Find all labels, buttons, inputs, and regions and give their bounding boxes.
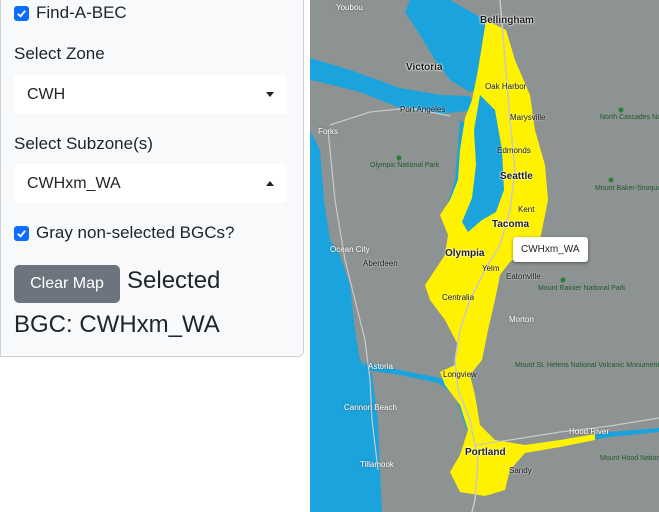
place-cannon-beach: Cannon Beach: [344, 403, 397, 412]
olympic-np-marker: [396, 155, 402, 161]
selected-heading: Selected: [127, 267, 221, 294]
zone-select[interactable]: CWH: [14, 75, 287, 114]
place-victoria: Victoria: [406, 62, 443, 73]
map-view[interactable]: Youbou Bellingham Victoria Oak Harbor Po…: [310, 0, 659, 512]
park-rainier: Mount Rainier National Park: [538, 285, 626, 292]
place-olympia: Olympia: [445, 248, 485, 259]
place-tacoma: Tacoma: [492, 219, 530, 230]
mbs-forest-marker: [608, 177, 614, 183]
place-eatonville: Eatonville: [506, 272, 541, 281]
checkbox-checked-icon[interactable]: [14, 225, 29, 241]
subzone-select-value: CWHxm_WA: [27, 174, 121, 192]
place-centralia: Centralia: [442, 293, 475, 302]
forest-mbs: Mount Baker-Snoqualmie National Forest: [595, 185, 659, 192]
place-longview: Longview: [443, 370, 477, 379]
place-morton: Morton: [509, 315, 534, 324]
chevron-up-icon: [266, 181, 274, 186]
place-bellingham: Bellingham: [480, 15, 534, 26]
checkbox-checked-icon[interactable]: [14, 5, 29, 21]
place-tillamook: Tillamook: [360, 460, 394, 469]
control-panel: Find-A-BEC Select Zone CWH Select Subzon…: [0, 0, 304, 357]
forest-hood: Mount Hood National Forest: [600, 455, 659, 462]
selected-bgc-text: BGC: CWHxm_WA: [14, 311, 220, 338]
place-seattle: Seattle: [500, 171, 533, 182]
subzone-select[interactable]: CWHxm_WA: [14, 164, 287, 203]
find-a-bec-toggle[interactable]: Find-A-BEC: [14, 3, 127, 23]
place-oak-harbor: Oak Harbor: [485, 82, 527, 91]
place-hood-river: Hood River: [569, 427, 610, 436]
place-portland: Portland: [465, 447, 506, 458]
place-edmonds: Edmonds: [497, 146, 531, 155]
chevron-down-icon: [266, 92, 274, 97]
place-forks: Forks: [318, 127, 338, 136]
park-st-helens: Mount St. Helens National Volcanic Monum…: [515, 362, 659, 370]
place-marysville: Marysville: [510, 113, 546, 122]
place-youbou: Youbou: [336, 3, 363, 12]
select-zone-label: Select Zone: [14, 44, 105, 63]
place-kent: Kent: [518, 205, 535, 214]
place-sandy: Sandy: [509, 466, 532, 475]
rainier-np-marker: [560, 277, 566, 283]
place-port-angeles: Port Angeles: [400, 105, 446, 114]
park-olympic: Olympic National Park: [370, 162, 440, 169]
zone-select-value: CWH: [27, 85, 66, 103]
park-cascades: North Cascades National Park: [600, 114, 659, 121]
bgc-tooltip: CWHxm_WA: [513, 237, 588, 262]
gray-non-selected-label: Gray non-selected BGCs?: [36, 223, 235, 242]
place-ocean-city: Ocean City: [330, 245, 370, 254]
gray-non-selected-toggle[interactable]: Gray non-selected BGCs?: [14, 223, 234, 243]
find-a-bec-label: Find-A-BEC: [36, 3, 127, 22]
place-aberdeen: Aberdeen: [363, 259, 398, 268]
select-subzone-label: Select Subzone(s): [14, 134, 153, 153]
place-yelm: Yelm: [482, 264, 500, 273]
place-astoria: Astoria: [368, 362, 393, 371]
cascades-np-marker: [618, 107, 624, 113]
clear-map-button[interactable]: Clear Map: [14, 265, 120, 303]
